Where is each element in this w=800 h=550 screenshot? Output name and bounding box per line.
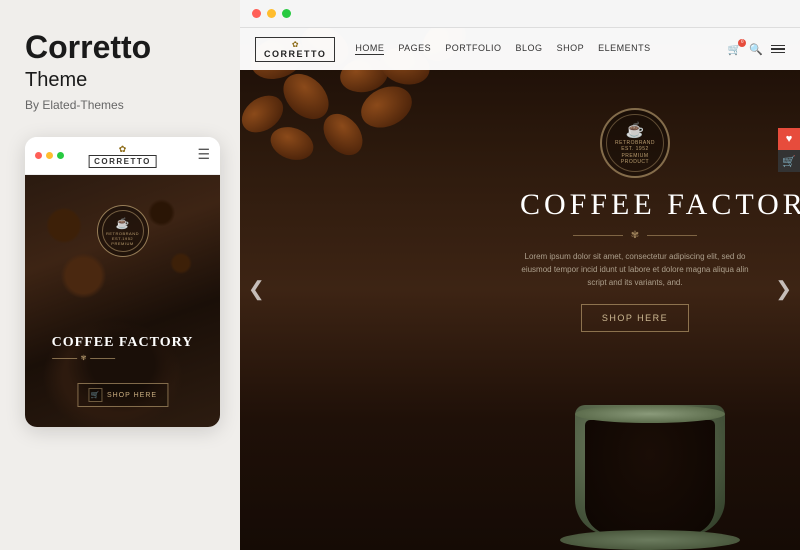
mobile-hamburger-icon[interactable]: ☰ [197,147,210,164]
hamburger-line-1 [771,45,785,47]
hero-badge: ☕ RETROBRANDEST. 1952PREMIUM PRODUCT [600,108,670,178]
mobile-divider-icon: ✾ [81,354,87,362]
nav-link-home[interactable]: HOME [355,43,384,55]
cup-liquid [585,420,715,535]
mobile-divider-line-left [52,358,77,359]
side-cart-button[interactable]: 🛒 [778,150,800,172]
browser-dot-green [282,9,291,18]
theme-author: By Elated-Themes [25,98,215,112]
mobile-top-bar: ✿ CORRETTO ☰ [25,137,220,175]
hero-divider-icon: ✾ [631,230,639,241]
cart-badge: 0 [738,39,746,47]
mobile-logo: ✿ CORRETTO [88,144,157,168]
cup-body [575,405,725,535]
nav-bar: ✿ CORRETTO HOME PAGES PORTFOLIO BLOG SHO… [240,28,800,70]
mobile-shop-text: SHOP HERE [107,392,157,399]
mobile-dot-yellow [46,152,53,159]
mobile-dot-green [57,152,64,159]
mobile-hero-title-area: COFFEE FACTORY ✾ [52,335,194,362]
nav-link-shop[interactable]: SHOP [557,43,585,55]
theme-title: Corretto [25,30,215,65]
nav-icons: 🛒 0 🔍 [728,43,785,56]
browser-dot-red [252,9,261,18]
mobile-shop-icon: 🛒 [88,388,102,402]
cup-rim [575,405,725,423]
right-panel: ✿ CORRETTO HOME PAGES PORTFOLIO BLOG SHO… [240,0,800,550]
hero-divider-line-left [573,235,623,236]
nav-hamburger-menu[interactable] [771,45,785,54]
mobile-mockup: ✿ CORRETTO ☰ ☕ RETROBRANDEST.1952PREMIUM… [25,137,220,427]
side-actions: ♥ 🛒 [778,128,800,172]
browser-dot-yellow [267,9,276,18]
mobile-logo-leaf-icon: ✿ [119,144,127,155]
mobile-hero-title: COFFEE FACTORY [52,335,194,351]
nav-logo-text: CORRETTO [264,49,326,59]
nav-link-pages[interactable]: PAGES [398,43,431,55]
side-wishlist-button[interactable]: ♥ [778,128,800,150]
mobile-hero-divider: ✾ [52,354,194,362]
hero-description: Lorem ipsum dolor sit amet, consectetur … [520,251,750,289]
theme-subtitle: Theme [25,69,215,92]
hero-badge-inner: ☕ RETROBRANDEST. 1952PREMIUM PRODUCT [606,114,664,172]
nav-logo[interactable]: ✿ CORRETTO [255,37,335,62]
website-content: ✿ CORRETTO HOME PAGES PORTFOLIO BLOG SHO… [240,28,800,550]
coffee-cup-area [550,300,770,550]
mobile-bean-icon: ☕ [116,217,130,230]
nav-link-blog[interactable]: BLOG [516,43,543,55]
nav-links: HOME PAGES PORTFOLIO BLOG SHOP ELEMENTS [355,43,727,55]
hamburger-line-2 [771,48,785,50]
hero-title: COFFEE FACTORY [520,188,750,222]
hero-shop-button[interactable]: SHOP HERE [581,304,689,332]
nav-link-elements[interactable]: ELEMENTS [598,43,651,55]
mobile-divider-line-right [91,358,116,359]
mobile-window-controls [35,152,64,159]
nav-search-button[interactable]: 🔍 [749,43,763,56]
hero-content: ☕ RETROBRANDEST. 1952PREMIUM PRODUCT COF… [520,108,750,332]
mobile-badge-text: RETROBRANDEST.1952PREMIUM [106,231,139,246]
nav-logo-leaf-icon: ✿ [292,40,299,49]
hero-badge-bean-icon: ☕ [626,121,645,140]
mobile-coffee-badge: ☕ RETROBRANDEST.1952PREMIUM [97,205,149,257]
hero-divider: ✾ [520,230,750,241]
mobile-badge-inner: ☕ RETROBRANDEST.1952PREMIUM [102,210,144,252]
cup-saucer [560,530,740,550]
hero-arrow-right[interactable]: ❯ [775,277,792,302]
mobile-logo-text: CORRETTO [88,155,157,168]
nav-cart-button[interactable]: 🛒 0 [728,43,742,56]
desktop-mockup: ✿ CORRETTO HOME PAGES PORTFOLIO BLOG SHO… [240,0,800,550]
hero-arrow-left[interactable]: ❮ [248,277,265,302]
mobile-shop-button[interactable]: 🛒 SHOP HERE [77,383,168,407]
hero-divider-line-right [647,235,697,236]
hero-badge-text: RETROBRANDEST. 1952PREMIUM PRODUCT [607,140,663,166]
browser-chrome [240,0,800,28]
nav-link-portfolio[interactable]: PORTFOLIO [445,43,501,55]
mobile-hero: ☕ RETROBRANDEST.1952PREMIUM COFFEE FACTO… [25,175,220,427]
left-panel: Corretto Theme By Elated-Themes ✿ CORRET… [0,0,240,550]
bean-10 [266,121,318,165]
mobile-dot-red [35,152,42,159]
hamburger-line-3 [771,52,785,54]
